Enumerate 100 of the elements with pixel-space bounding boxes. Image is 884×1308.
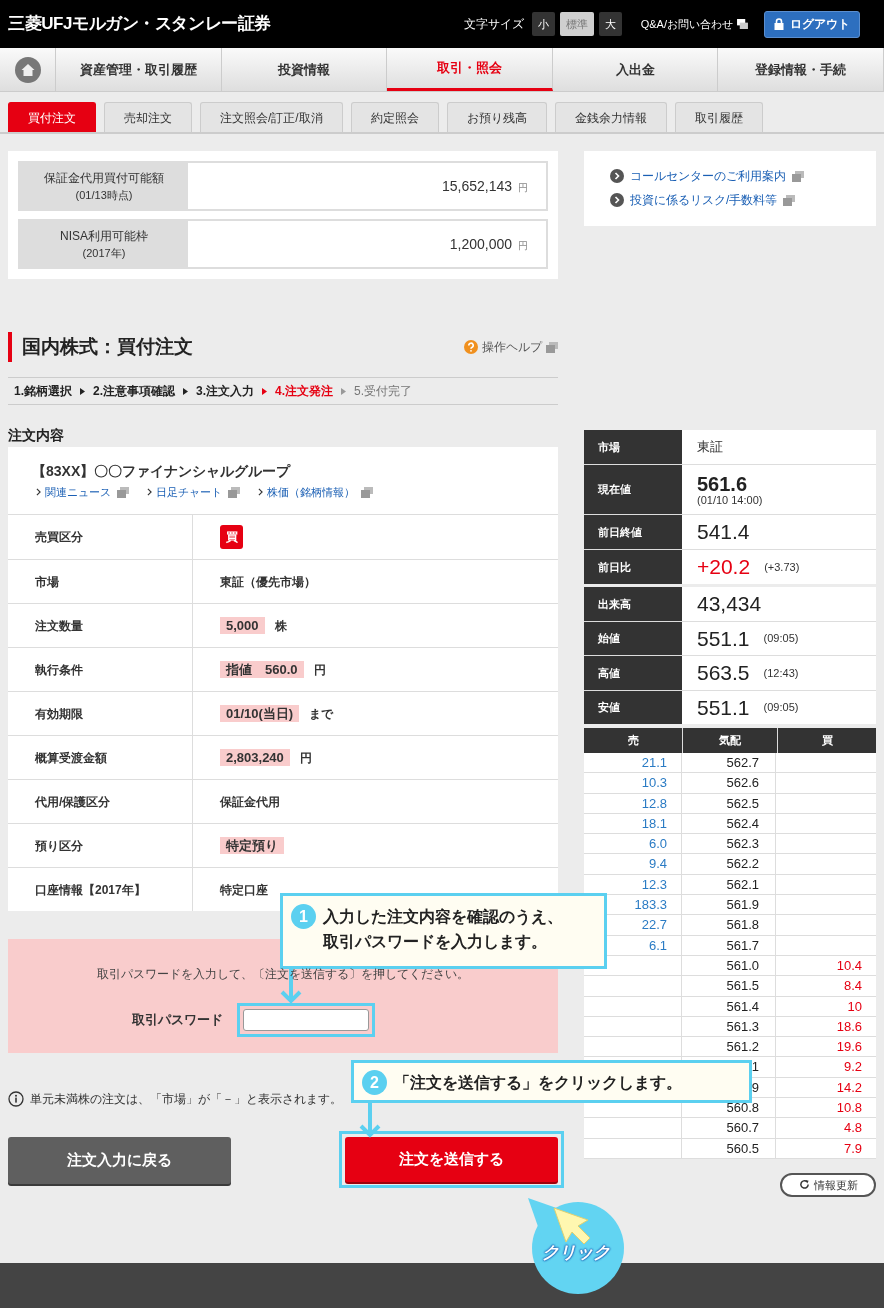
buy-qty: 19.6	[835, 1038, 863, 1057]
window-icon	[361, 486, 373, 498]
password-field[interactable]	[236, 1003, 375, 1037]
price-cell: 562.3	[682, 834, 776, 854]
step-label: 3.注文入力	[196, 383, 255, 400]
step-arrow-icon	[80, 387, 85, 395]
field-label: 市場	[8, 560, 193, 603]
column-header: 買	[778, 728, 876, 753]
info-link[interactable]: 投資に係るリスク/手数料等	[630, 191, 778, 209]
click-label: クリック	[542, 1242, 610, 1264]
font-size-button[interactable]: 小	[531, 12, 555, 36]
tab[interactable]: 注文照会/訂正/取消	[200, 102, 343, 132]
font-size-button[interactable]: 大	[598, 12, 622, 36]
tab[interactable]: お預り残高	[446, 102, 547, 132]
quote-value: 43,434	[697, 591, 762, 617]
field-value: 指値 560.0	[220, 661, 304, 678]
quote-label: 高値	[584, 656, 682, 690]
quote-note: (09:05)	[763, 631, 799, 646]
field-label: 口座情報【2017年】	[8, 868, 193, 911]
field-label: 注文数量	[8, 604, 193, 647]
logout-button[interactable]: ログアウト	[764, 10, 860, 38]
nav-item[interactable]: 資産管理・取引履歴	[56, 48, 222, 91]
step-arrow-icon	[183, 387, 189, 395]
buy-qty: 18.6	[835, 1017, 863, 1036]
quote-label: 前日終値	[584, 515, 682, 549]
cursor-icon	[552, 1206, 592, 1246]
price-cell: 561.7	[682, 935, 776, 955]
price-cell: 561.4	[682, 996, 776, 1016]
quote-note: (09:05)	[763, 700, 799, 715]
callout-text: 「注文を送信する」をクリックします。	[394, 1073, 682, 1093]
buy-badge: 買	[220, 525, 243, 549]
nav-item[interactable]: 入出金	[552, 48, 719, 91]
price-cell: 561.5	[682, 976, 776, 996]
chevron-icon	[147, 488, 152, 497]
info-icon	[8, 1091, 24, 1107]
info-link[interactable]: コールセンターのご利用案内	[630, 167, 786, 185]
help-link[interactable]: 操作ヘルプ	[482, 338, 542, 356]
unit-label: 円	[299, 749, 312, 767]
window-icon	[117, 486, 129, 498]
quote-label: 前日比	[584, 550, 682, 584]
buy-qty: 4.8	[842, 1119, 863, 1138]
field-label: 売買区分	[8, 515, 193, 559]
nav-item[interactable]: 投資情報	[221, 48, 388, 91]
quote-value: 東証	[697, 438, 723, 457]
quote-label: 現在値	[584, 465, 682, 514]
back-button[interactable]: 注文入力に戻る	[8, 1137, 231, 1184]
font-size-label: 文字サイズ	[463, 16, 524, 33]
nav-item[interactable]: 登録情報・手続	[718, 48, 884, 91]
tab[interactable]: 金銭余力情報	[554, 102, 667, 132]
step-number: 2	[362, 1070, 387, 1095]
help-link[interactable]: Q&A/お問い合わせ	[640, 15, 733, 33]
home-icon[interactable]	[14, 56, 41, 83]
step-label: 1.銘柄選択	[14, 383, 72, 400]
stock-name: 【83XX】〇〇ファイナンシャルグループ	[32, 462, 292, 481]
tab[interactable]: 買付注文	[8, 102, 96, 132]
field-label: 代用/保護区分	[8, 780, 193, 823]
logo: 三菱UFJモルガン・スタンレー証券	[8, 13, 271, 36]
step-label: 2.注意事項確認	[93, 383, 176, 400]
balance-label: 保証金代用買付可能額	[44, 169, 164, 187]
window-icon	[546, 341, 558, 353]
field-label: 執行条件	[8, 648, 193, 691]
price-cell: 562.1	[682, 874, 776, 895]
stock-link[interactable]: 株価（銘柄情報）	[267, 484, 355, 501]
price-cell: 560.7	[682, 1118, 776, 1138]
window-icon	[737, 19, 748, 29]
stock-link[interactable]: 日足チャート	[156, 484, 222, 501]
tab[interactable]: 取引履歴	[674, 102, 763, 132]
quote-value: 551.1	[697, 694, 750, 721]
sell-qty: 9.4	[584, 854, 682, 874]
price-cell: 561.8	[682, 915, 776, 935]
column-header: 売	[584, 728, 682, 753]
buy-qty: 8.4	[842, 977, 863, 996]
field-value: 東証（優先市場）	[220, 573, 316, 591]
quote-label: 安値	[584, 690, 682, 724]
field-value: 特定口座	[220, 881, 268, 899]
price-cell: 562.7	[682, 753, 776, 773]
window-icon	[792, 170, 804, 182]
quote-value: +20.2	[697, 554, 751, 581]
sell-qty: 21.1	[584, 753, 682, 773]
field-value: 特定預り	[220, 837, 284, 854]
refresh-button[interactable]: 情報更新	[780, 1172, 876, 1197]
stock-link[interactable]: 関連ニュース	[45, 484, 111, 501]
sell-qty: 6.0	[584, 834, 682, 854]
buy-qty: 9.2	[842, 1058, 863, 1077]
field-label: 取引パスワード	[131, 1011, 223, 1030]
section-title: 注文内容	[8, 426, 65, 445]
step-label: 5.受付完了	[354, 383, 413, 400]
page-title: 国内株式：買付注文	[22, 334, 193, 359]
chevron-icon	[258, 488, 263, 497]
help-icon	[464, 340, 478, 354]
tab[interactable]: 売却注文	[104, 102, 192, 132]
price-cell: 562.4	[682, 813, 776, 834]
tab[interactable]: 約定照会	[350, 102, 439, 132]
field-value: 2,803,240	[220, 749, 290, 766]
submit-button[interactable]: 注文を送信する	[345, 1137, 558, 1182]
callout-text: 入力した注文内容を確認のうえ、 取引パスワードを入力します。	[323, 907, 563, 952]
nav-item[interactable]: 取引・照会	[387, 48, 553, 91]
sell-qty: 10.3	[584, 773, 682, 793]
step-arrow-icon	[341, 387, 347, 395]
quote-value: 551.1	[697, 625, 750, 652]
